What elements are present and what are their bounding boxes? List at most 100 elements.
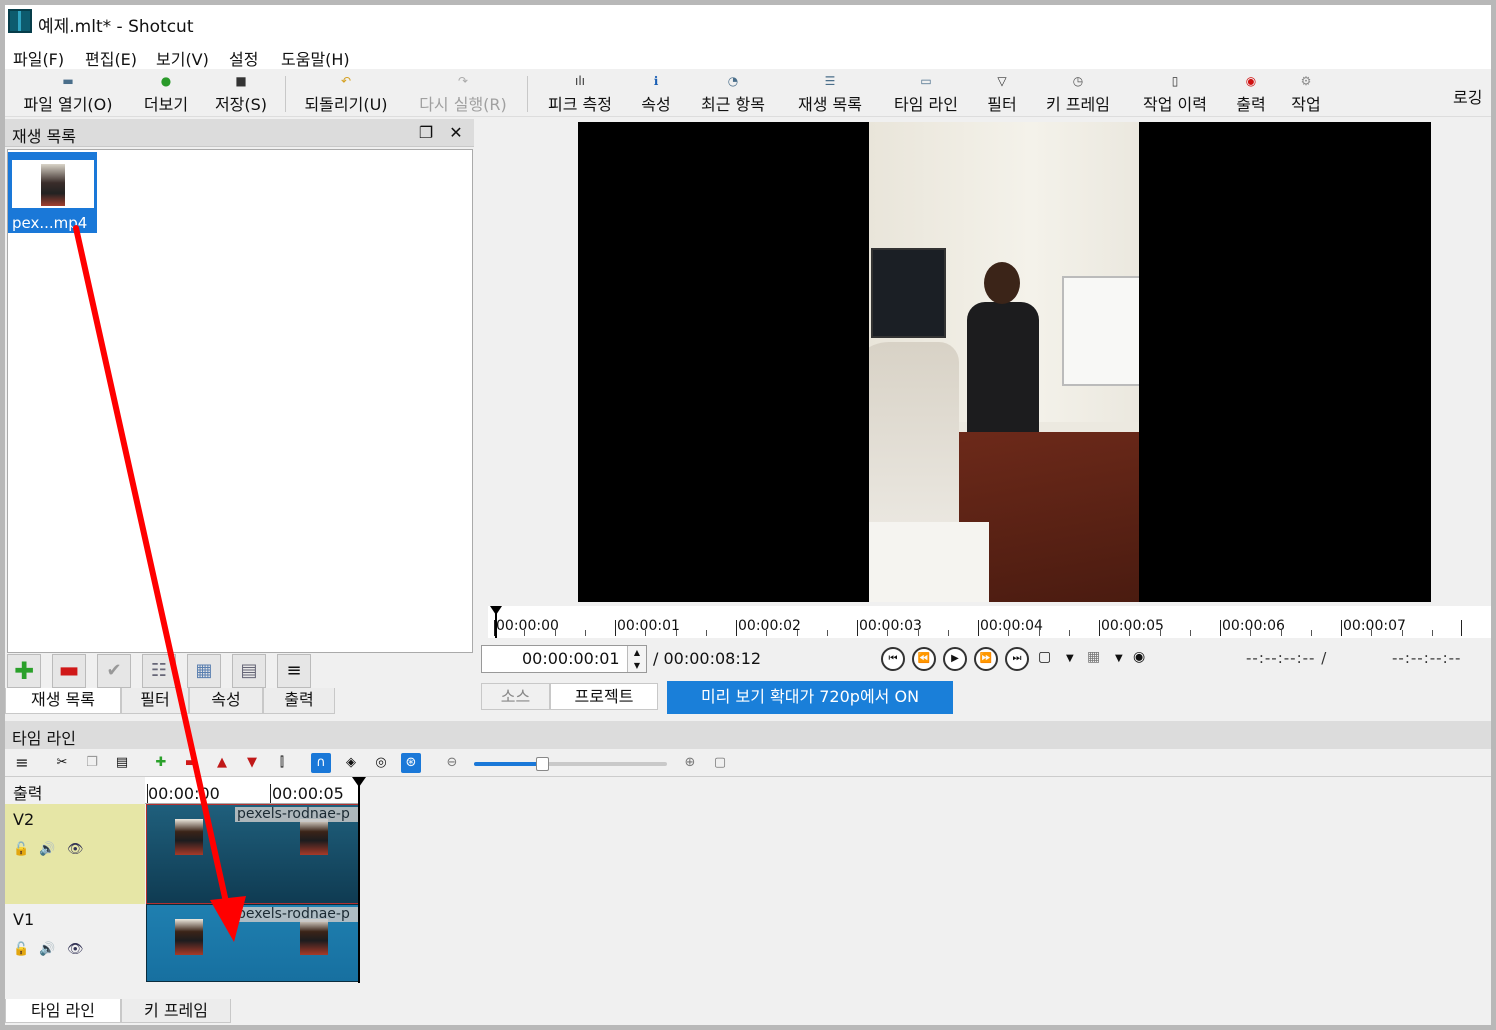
clip-name: pexels-rodnae-p [235, 807, 358, 822]
clip-thumbnail [175, 819, 203, 855]
zoom-dropdown-icon[interactable]: ▼ [1066, 653, 1074, 664]
zoom-icon[interactable]: ▢ [1038, 649, 1051, 665]
logging-button[interactable]: 로깅 [1453, 84, 1482, 108]
play-icon[interactable]: ▶ [943, 647, 967, 671]
playlist-item-label: pex...mp4 [12, 214, 88, 232]
player-ruler-minor-tick [826, 630, 828, 636]
player-ruler-tick [736, 620, 737, 636]
filters-button[interactable]: ▽ 필터 [982, 73, 1022, 115]
timeline-clip-v2[interactable]: pexels-rodnae-p [146, 804, 359, 904]
current-time-field[interactable]: 00:00:00:01 [481, 645, 647, 673]
save-button[interactable]: ■ 저장(S) [209, 73, 273, 115]
history-icon: ▯ [1171, 74, 1179, 88]
peak-meter-button[interactable]: ılı 피크 측정 [540, 73, 620, 115]
tab-project[interactable]: 프로젝트 [550, 683, 658, 710]
track-name: V2 [13, 810, 35, 829]
export-button[interactable]: ◉ 출력 [1231, 73, 1271, 115]
track-header-v2[interactable]: V2 🔓 🔊 👁 [5, 804, 145, 904]
track-name: V1 [13, 910, 35, 929]
tab-timeline[interactable]: 타임 라인 [5, 999, 121, 1023]
ripple-all-tracks-icon[interactable]: ⊛ [401, 753, 421, 773]
record-icon: ◉ [1245, 74, 1257, 88]
snap-icon[interactable]: ∩ [311, 753, 331, 773]
zoom-in-icon[interactable]: ⊕ [680, 753, 700, 773]
tab-properties[interactable]: 속성 [189, 688, 263, 714]
jobs-button[interactable]: ⚙ 작업 [1286, 73, 1326, 115]
tab-filters[interactable]: 필터 [121, 688, 189, 714]
more-button[interactable]: ● 더보기 [136, 73, 196, 115]
lock-icon[interactable]: 🔓 [13, 942, 29, 957]
clip-thumbnail [175, 919, 203, 955]
playlist-button[interactable]: ☰ 재생 목록 [789, 73, 871, 115]
skip-to-start-icon[interactable]: ⏮ [881, 647, 905, 671]
tab-keyframes[interactable]: 키 프레임 [121, 999, 231, 1023]
filter-icon: ▽ [997, 74, 1007, 88]
menu-file[interactable]: 파일(F) [13, 46, 64, 70]
menu-view[interactable]: 보기(V) [156, 46, 209, 70]
player-playhead-marker[interactable] [490, 606, 502, 615]
properties-button[interactable]: ℹ 속성 [636, 73, 676, 115]
playlist-menu-button[interactable]: ≡ [277, 654, 311, 688]
tiles-view-button[interactable]: ▦ [187, 654, 221, 688]
overwrite-icon[interactable]: ▼ [242, 753, 262, 773]
menu-settings[interactable]: 설정 [229, 46, 258, 70]
rewind-icon[interactable]: ⏪ [912, 647, 936, 671]
track-header-v1[interactable]: V1 🔓 🔊 👁 [5, 904, 145, 999]
timeline-menu-icon[interactable]: ≡ [12, 753, 32, 773]
lift-icon[interactable]: ▲ [212, 753, 232, 773]
copy-icon[interactable]: ❐ [82, 753, 102, 773]
time-spinner[interactable]: ▲ ▼ [627, 646, 646, 672]
player-ruler-minor-tick [645, 630, 647, 636]
timeline-playhead[interactable] [358, 777, 360, 983]
remove-icon[interactable]: ▬ [181, 753, 201, 773]
append-icon[interactable]: ✚ [151, 753, 171, 773]
details-view-button[interactable]: ☷ [142, 654, 176, 688]
zoom-fit-icon[interactable]: ▢ [710, 753, 730, 773]
eye-icon[interactable]: 👁 [67, 842, 84, 857]
add-to-playlist-button[interactable]: ✚ [7, 654, 41, 688]
zoom-out-icon[interactable]: ⊖ [442, 753, 462, 773]
redo-button[interactable]: ↷ 다시 실행(R) [410, 73, 516, 115]
keyframes-button[interactable]: ◷ 키 프레임 [1037, 73, 1119, 115]
clip-thumbnail [300, 919, 328, 955]
update-check-button[interactable]: ✔ [97, 654, 131, 688]
mute-icon[interactable]: 🔊 [39, 842, 55, 857]
tab-source[interactable]: 소스 [481, 683, 550, 710]
timeline-zoom-handle[interactable] [536, 757, 549, 771]
eye-icon[interactable]: 👁 [67, 942, 84, 957]
timeline-zoom-fill [474, 762, 542, 766]
ripple-icon[interactable]: ◎ [371, 753, 391, 773]
float-dock-icon[interactable]: ❐ [416, 123, 436, 143]
timeline-clip-v1[interactable]: pexels-rodnae-p [146, 904, 359, 982]
menu-help[interactable]: 도움말(H) [281, 46, 350, 70]
tab-export[interactable]: 출력 [263, 688, 335, 714]
paste-icon[interactable]: ▤ [112, 753, 132, 773]
history-button[interactable]: ▯ 작업 이력 [1134, 73, 1216, 115]
tab-playlist[interactable]: 재생 목록 [5, 688, 121, 714]
scrub-icon[interactable]: ◈ [341, 753, 361, 773]
open-file-button[interactable]: ▬ 파일 열기(O) [15, 73, 121, 115]
lock-icon[interactable]: 🔓 [13, 842, 29, 857]
grid-dropdown-icon[interactable]: ▼ [1115, 653, 1123, 664]
volume-icon[interactable]: ◉ [1133, 649, 1145, 665]
playlist-icon: ☰ [824, 74, 836, 88]
player-ruler-minor-tick [1250, 630, 1252, 636]
preview-scaling-badge[interactable]: 미리 보기 확대가 720p에서 ON [667, 681, 953, 714]
player-ruler-minor-tick [947, 630, 949, 636]
cut-icon[interactable]: ✂ [52, 753, 72, 773]
undo-button[interactable]: ↶ 되돌리기(U) [297, 73, 395, 115]
undo-icon: ↶ [340, 74, 352, 88]
menu-edit[interactable]: 편집(E) [85, 46, 137, 70]
close-icon[interactable]: ✕ [446, 123, 466, 143]
icons-view-button[interactable]: ▤ [232, 654, 266, 688]
recent-button[interactable]: ◔ 최근 항목 [692, 73, 774, 115]
timeline-button[interactable]: ▭ 타임 라인 [886, 73, 966, 115]
remove-from-playlist-button[interactable]: ▬ [52, 654, 86, 688]
timeline-playhead-marker[interactable] [352, 777, 366, 787]
split-icon[interactable]: ⫿ [272, 753, 292, 773]
mute-icon[interactable]: 🔊 [39, 942, 55, 957]
fast-forward-icon[interactable]: ⏩ [974, 647, 998, 671]
skip-to-end-icon[interactable]: ⏭ [1005, 647, 1029, 671]
grid-icon[interactable]: ▦ [1087, 649, 1100, 665]
player-ruler-minor-tick [1008, 630, 1010, 636]
